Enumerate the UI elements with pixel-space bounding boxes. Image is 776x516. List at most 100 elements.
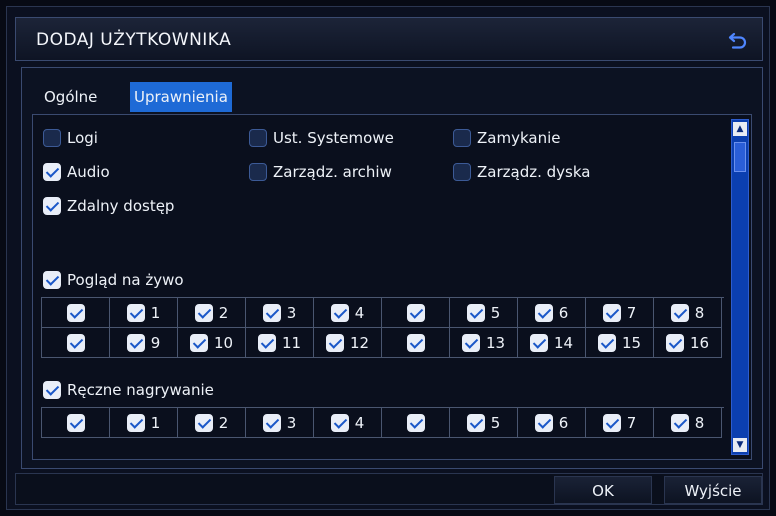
channel-cell[interactable]: 14 <box>518 328 586 358</box>
channel-cell[interactable]: 3 <box>246 298 314 328</box>
checkbox-icon[interactable] <box>534 303 553 322</box>
checkbox-icon[interactable] <box>194 303 213 322</box>
checkbox-icon[interactable] <box>325 333 344 352</box>
channel-cell[interactable]: 4 <box>314 408 382 438</box>
checkbox-icon[interactable] <box>43 163 61 181</box>
checkbox-icon[interactable] <box>461 333 480 352</box>
checkbox-icon[interactable] <box>453 129 471 147</box>
tab-general[interactable]: Ogólne <box>40 82 101 112</box>
permission-archive-management[interactable]: Zarządz. archiw <box>249 161 392 183</box>
permissions-panel: Logi Ust. Systemowe Zamykanie Audio Zarz… <box>32 114 752 460</box>
channel-cell[interactable]: 1 <box>110 408 178 438</box>
checkbox-icon[interactable] <box>406 333 425 352</box>
channel-cell[interactable]: 16 <box>654 328 722 358</box>
checkbox-icon[interactable] <box>665 333 684 352</box>
channel-cell[interactable]: 15 <box>586 328 654 358</box>
channel-cell[interactable]: 7 <box>586 408 654 438</box>
channel-group-cell[interactable] <box>382 328 450 358</box>
channel-number: 7 <box>626 413 637 432</box>
checkbox-icon[interactable] <box>262 303 281 322</box>
exit-button[interactable]: Wyjście <box>664 476 762 504</box>
channel-cell[interactable]: 10 <box>178 328 246 358</box>
checkbox-icon[interactable] <box>330 413 349 432</box>
checkbox-icon[interactable] <box>189 333 208 352</box>
channel-cell[interactable]: 8 <box>654 298 722 328</box>
permission-disk-management[interactable]: Zarządz. dyska <box>453 161 590 183</box>
checkbox-icon[interactable] <box>257 333 276 352</box>
channel-cell[interactable]: 4 <box>314 298 382 328</box>
channel-cell[interactable]: 2 <box>178 298 246 328</box>
channel-number: 10 <box>213 333 234 352</box>
channel-number: 5 <box>490 413 501 432</box>
channel-number: 3 <box>286 303 297 322</box>
checkbox-icon[interactable] <box>43 197 61 215</box>
channel-number: 1 <box>150 413 161 432</box>
channel-cell[interactable]: 6 <box>518 408 586 438</box>
checkbox-icon[interactable] <box>66 333 85 352</box>
bottom-bar: OK Wyjście <box>15 473 763 505</box>
checkbox-icon[interactable] <box>330 303 349 322</box>
permission-manual-recording[interactable]: Ręczne nagrywanie <box>43 379 214 401</box>
checkbox-icon[interactable] <box>249 129 267 147</box>
channel-cell[interactable]: 2 <box>178 408 246 438</box>
channel-row: 1 2 3 4 5 6 7 8 <box>42 298 724 328</box>
channel-cell[interactable]: 1 <box>110 298 178 328</box>
add-user-dialog: DODAJ UŻYTKOWNIKA Ogólne Uprawnienia Log… <box>6 6 770 510</box>
tab-permissions[interactable]: Uprawnienia <box>130 82 232 112</box>
channel-group-cell[interactable] <box>42 328 110 358</box>
checkbox-icon[interactable] <box>262 413 281 432</box>
scrollbar-thumb[interactable] <box>734 142 746 172</box>
checkbox-icon[interactable] <box>453 163 471 181</box>
channel-cell[interactable]: 9 <box>110 328 178 358</box>
channel-cell[interactable]: 7 <box>586 298 654 328</box>
checkbox-icon[interactable] <box>66 413 85 432</box>
checkbox-icon[interactable] <box>43 381 61 399</box>
checkbox-icon[interactable] <box>670 413 689 432</box>
channel-number: 1 <box>150 303 161 322</box>
checkbox-icon[interactable] <box>66 303 85 322</box>
return-arrow-icon[interactable] <box>726 28 750 52</box>
channel-cell[interactable]: 13 <box>450 328 518 358</box>
channel-group-cell[interactable] <box>42 408 110 438</box>
checkbox-icon[interactable] <box>406 413 425 432</box>
permission-live-view[interactable]: Pogląd na żywo <box>43 269 184 291</box>
channel-cell[interactable]: 6 <box>518 298 586 328</box>
channel-group-cell[interactable] <box>382 408 450 438</box>
permission-logs[interactable]: Logi <box>43 127 98 149</box>
checkbox-icon[interactable] <box>126 413 145 432</box>
checkbox-icon[interactable] <box>406 303 425 322</box>
checkbox-icon[interactable] <box>670 303 689 322</box>
channel-cell[interactable]: 3 <box>246 408 314 438</box>
permission-label: Ręczne nagrywanie <box>67 381 214 399</box>
channel-cell[interactable]: 5 <box>450 408 518 438</box>
checkbox-icon[interactable] <box>602 303 621 322</box>
channel-number: 13 <box>485 333 506 352</box>
channel-cell[interactable]: 8 <box>654 408 722 438</box>
channel-cell[interactable]: 12 <box>314 328 382 358</box>
checkbox-icon[interactable] <box>602 413 621 432</box>
checkbox-icon[interactable] <box>534 413 553 432</box>
permission-remote-access[interactable]: Zdalny dostęp <box>43 195 174 217</box>
checkbox-icon[interactable] <box>43 271 61 289</box>
permission-audio[interactable]: Audio <box>43 161 110 183</box>
checkbox-icon[interactable] <box>249 163 267 181</box>
channel-group-cell[interactable] <box>382 298 450 328</box>
channel-group-cell[interactable] <box>42 298 110 328</box>
vertical-scrollbar[interactable]: ▲ ▼ <box>731 119 749 455</box>
scroll-up-arrow-icon[interactable]: ▲ <box>733 122 747 136</box>
channel-cell[interactable]: 11 <box>246 328 314 358</box>
checkbox-icon[interactable] <box>597 333 616 352</box>
checkbox-icon[interactable] <box>466 413 485 432</box>
permission-shutdown[interactable]: Zamykanie <box>453 127 560 149</box>
scroll-down-arrow-icon[interactable]: ▼ <box>733 438 747 452</box>
checkbox-icon[interactable] <box>466 303 485 322</box>
checkbox-icon[interactable] <box>126 333 145 352</box>
permission-system-settings[interactable]: Ust. Systemowe <box>249 127 394 149</box>
checkbox-icon[interactable] <box>126 303 145 322</box>
checkbox-icon[interactable] <box>194 413 213 432</box>
channel-number: 11 <box>281 333 302 352</box>
channel-cell[interactable]: 5 <box>450 298 518 328</box>
checkbox-icon[interactable] <box>43 129 61 147</box>
ok-button[interactable]: OK <box>554 476 652 504</box>
checkbox-icon[interactable] <box>529 333 548 352</box>
